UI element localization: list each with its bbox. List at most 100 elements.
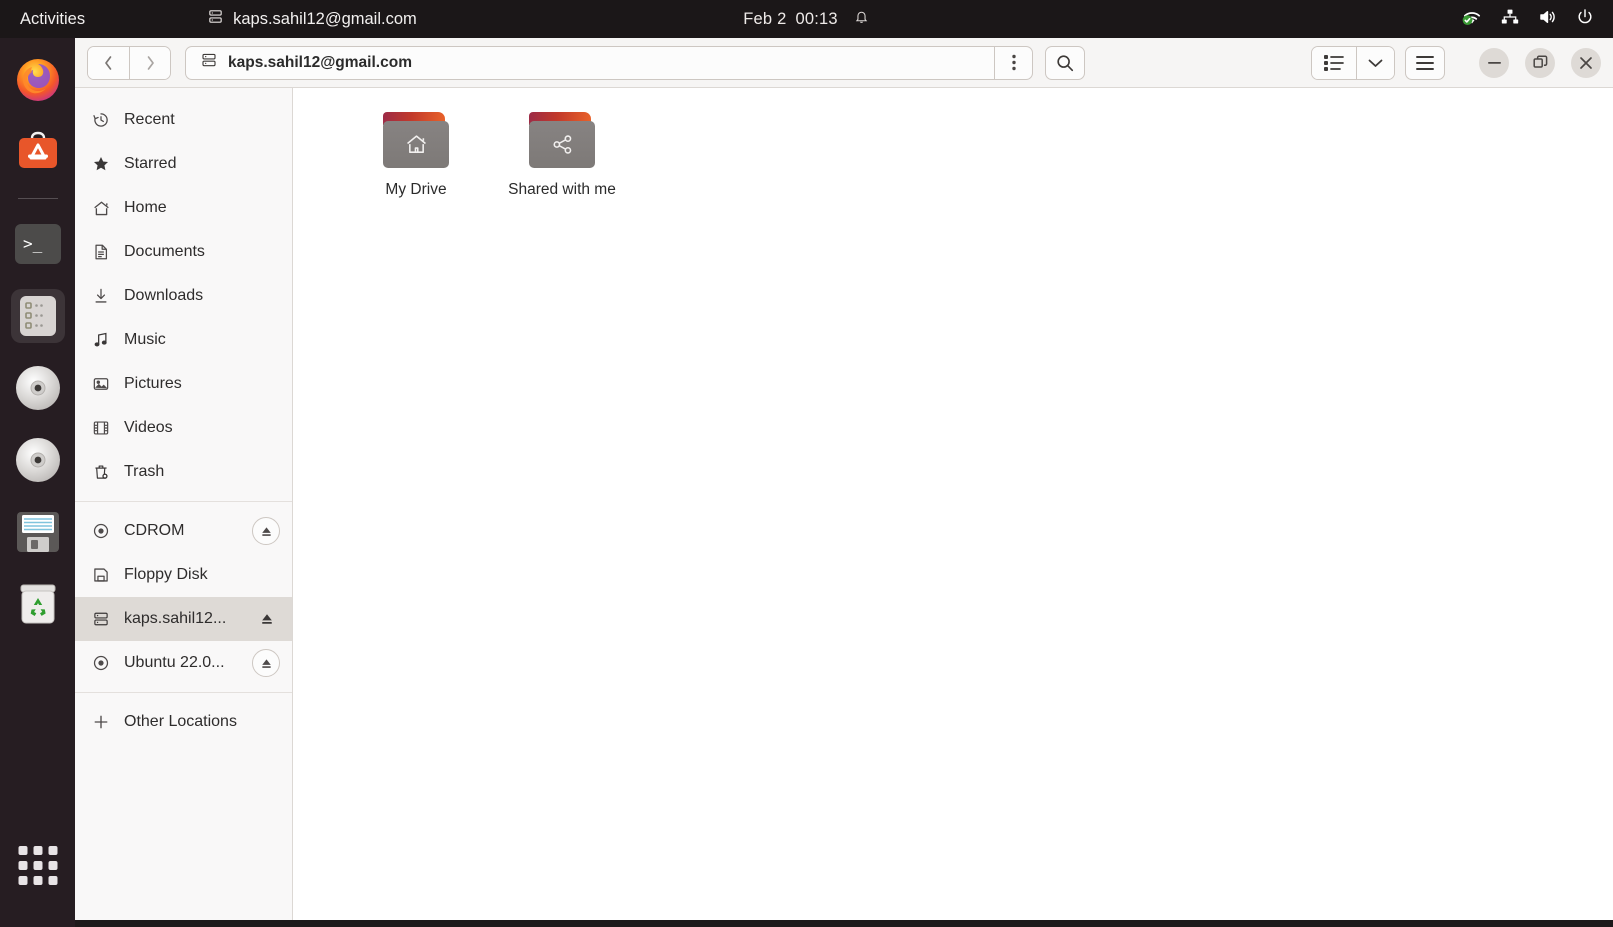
volume-icon [1537, 8, 1558, 31]
sidebar-item-floppy-disk[interactable]: Floppy Disk [75, 553, 292, 597]
floppy-icon [91, 565, 111, 585]
grid-dot [33, 846, 42, 855]
eject-button[interactable] [252, 517, 280, 545]
sidebar-item-music[interactable]: Music [75, 318, 292, 362]
sidebar-item-other-locations[interactable]: Other Locations [75, 700, 292, 744]
svg-text:>_: >_ [23, 234, 43, 253]
dock-item-floppy-disk[interactable] [11, 505, 65, 559]
grid-dot [33, 861, 42, 870]
sidebar-item-cdrom[interactable]: CDROM [75, 509, 292, 553]
grid-dot [48, 846, 57, 855]
dock-separator [17, 198, 58, 199]
top-bar-window-title[interactable]: kaps.sahil12@gmail.com [207, 8, 417, 30]
maximize-button[interactable] [1525, 47, 1555, 78]
firefox-icon [16, 59, 59, 101]
system-tray[interactable] [1461, 0, 1603, 38]
sidebar-item-starred[interactable]: Starred [75, 142, 292, 186]
close-button[interactable] [1571, 47, 1601, 78]
sidebar-item-ubuntu-22[interactable]: Ubuntu 22.0... [75, 641, 292, 685]
disc-icon [91, 653, 111, 673]
home-folder-icon [383, 112, 449, 168]
sidebar-item-kaps-sahil12[interactable]: kaps.sahil12... [75, 597, 292, 641]
video-icon [91, 418, 111, 438]
ubuntu-dock: >_ [0, 38, 75, 927]
dock-item-ubuntu-software[interactable] [11, 124, 65, 178]
network-wired-icon [1500, 8, 1520, 31]
sidebar-item-pictures[interactable]: Pictures [75, 362, 292, 406]
clock-date: Feb 2 [743, 9, 787, 28]
minimize-button[interactable] [1479, 47, 1509, 78]
dock-item-cdrom-2[interactable] [11, 433, 65, 487]
forward-button[interactable] [129, 46, 170, 79]
dock-item-files[interactable] [10, 289, 65, 343]
dock-item-firefox[interactable] [11, 52, 65, 106]
trash-icon [91, 462, 111, 482]
sidebar-item-label: Trash [124, 463, 165, 480]
eject-icon [262, 614, 272, 624]
files-window: kaps.sahil12@gmail.com Recent Starred Ho… [75, 38, 1613, 920]
dock-item-terminal[interactable]: >_ [11, 217, 65, 271]
places-sidebar: Recent Starred Home Documents Downloads … [75, 88, 293, 920]
file-item-label: My Drive [385, 181, 447, 198]
sidebar-item-videos[interactable]: Videos [75, 406, 292, 450]
grid-dot [18, 846, 27, 855]
sidebar-item-trash[interactable]: Trash [75, 450, 292, 494]
sidebar-item-documents[interactable]: Documents [75, 230, 292, 274]
activities-button[interactable]: Activities [6, 0, 99, 38]
top-bar-window-title-label: kaps.sahil12@gmail.com [233, 9, 417, 28]
sidebar-item-label: kaps.sahil12... [124, 610, 227, 627]
view-list-button[interactable] [1312, 46, 1356, 79]
grid-dot [18, 876, 27, 885]
shared-folder-icon [529, 112, 595, 168]
dock-item-cdrom-1[interactable] [11, 361, 65, 415]
minimize-icon [1487, 61, 1501, 64]
sidebar-item-label: Other Locations [124, 713, 237, 730]
sidebar-item-label: Recent [124, 111, 175, 128]
drive-icon [200, 51, 218, 74]
download-icon [91, 286, 111, 306]
main-menu-button[interactable] [1405, 45, 1445, 80]
window-body: Recent Starred Home Documents Downloads … [75, 88, 1613, 920]
eject-icon [261, 658, 271, 668]
sidebar-item-label: Ubuntu 22.0... [124, 654, 225, 671]
eject-button[interactable] [254, 606, 280, 632]
sidebar-item-recent[interactable]: Recent [75, 98, 292, 142]
gnome-top-bar: Activities kaps.sahil12@gmail.com Feb 2 … [0, 0, 1613, 38]
trash-icon [20, 584, 55, 624]
dock-item-trash[interactable] [11, 577, 65, 631]
chevron-right-icon [147, 55, 154, 70]
power-icon [1575, 7, 1595, 32]
sidebar-item-label: CDROM [124, 522, 185, 539]
file-grid-view[interactable]: My Drive Shared with me [293, 88, 1613, 920]
ubuntu-software-icon [18, 131, 57, 168]
disc-icon [15, 438, 60, 482]
floppy-icon [16, 512, 59, 552]
sidebar-item-label: Videos [124, 419, 173, 436]
back-button[interactable] [88, 46, 129, 79]
path-bar-menu-button[interactable] [994, 46, 1032, 79]
file-item-shared-with-me[interactable]: Shared with me [491, 104, 633, 210]
music-icon [91, 330, 111, 350]
sidebar-separator [75, 692, 292, 693]
drive-icon [207, 8, 224, 30]
path-bar-current-location[interactable]: kaps.sahil12@gmail.com [186, 47, 994, 79]
view-options-button[interactable] [1356, 46, 1394, 79]
chevron-down-icon [1368, 59, 1383, 67]
plus-icon [91, 712, 111, 732]
bell-icon [853, 8, 870, 30]
file-item-my-drive[interactable]: My Drive [345, 104, 487, 210]
path-bar: kaps.sahil12@gmail.com [185, 45, 1033, 80]
search-button[interactable] [1045, 45, 1085, 80]
clock-icon [91, 110, 111, 130]
disc-icon [91, 521, 111, 541]
show-applications-button[interactable] [18, 846, 57, 885]
hamburger-menu-icon [1416, 55, 1434, 70]
sidebar-item-home[interactable]: Home [75, 186, 292, 230]
sidebar-item-label: Starred [124, 155, 177, 172]
eject-button[interactable] [252, 649, 280, 677]
network-wifi-connected-icon [1461, 8, 1483, 31]
sidebar-item-downloads[interactable]: Downloads [75, 274, 292, 318]
file-item-label: Shared with me [508, 181, 616, 198]
sidebar-separator [75, 501, 292, 502]
search-icon [1057, 54, 1074, 71]
